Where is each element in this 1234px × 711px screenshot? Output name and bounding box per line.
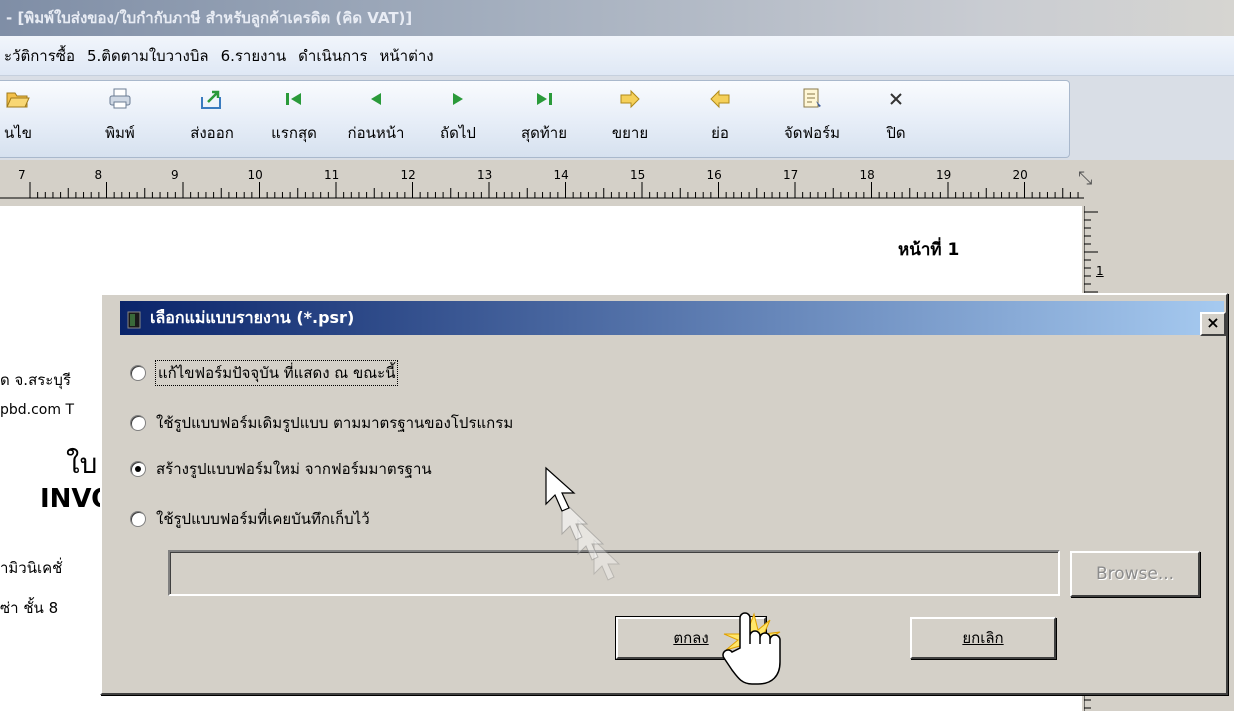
arrow-cursor-icon [545, 466, 576, 512]
cursor-overlay [545, 466, 781, 685]
arrow-cursor-trail-icon [561, 498, 621, 581]
